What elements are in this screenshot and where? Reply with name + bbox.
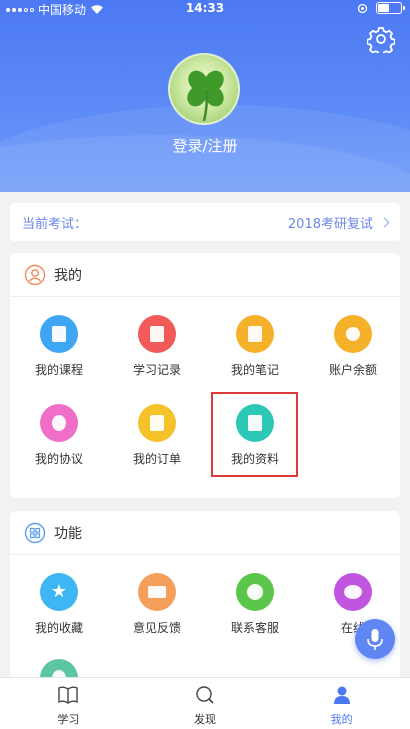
grid-item-label: 我的收藏 (34, 621, 83, 635)
notes-icon (236, 315, 274, 353)
study-records-button[interactable]: 学习记录 (108, 315, 206, 378)
voice-assistant-button[interactable] (355, 619, 395, 659)
highlight-box (211, 392, 298, 477)
status-time: 14:33 (185, 1, 225, 15)
profile-header: 中国移动 14:33 登录/注册 (0, 0, 410, 192)
coins-icon (334, 315, 372, 353)
functions-section-header: 功能 (10, 511, 400, 555)
grid-item-label: 我的订单 (132, 452, 181, 466)
contact-service-button[interactable]: 联系客服 (206, 573, 304, 636)
microphone-icon (367, 629, 383, 650)
my-agreements-button[interactable]: 我的协议 (10, 404, 108, 467)
grid-item-label: 我的笔记 (230, 363, 279, 377)
user-outline-icon (24, 264, 46, 285)
grid-item-label: 我的课程 (34, 363, 83, 377)
headset-icon (236, 573, 274, 611)
grid-item-label: 账户余额 (328, 363, 377, 377)
star-icon: ★ (40, 573, 78, 611)
tab-label: 我的 (330, 713, 353, 726)
current-exam-label: 当前考试： (22, 216, 88, 232)
feedback-button[interactable]: 意见反馈 (108, 573, 206, 636)
functions-section-title: 功能 (54, 525, 82, 542)
grid-item-label: 我的协议 (34, 452, 83, 466)
book-icon (58, 686, 79, 704)
my-orders-button[interactable]: 我的订单 (108, 404, 206, 467)
chevron-right-icon (379, 217, 390, 227)
user-icon (333, 686, 350, 704)
my-courses-button[interactable]: 我的课程 (10, 315, 108, 378)
orientation-lock-icon (357, 3, 368, 13)
battery-icon (376, 2, 405, 14)
account-balance-button[interactable]: 账户余额 (304, 315, 402, 378)
courses-icon (40, 315, 78, 353)
current-exam-row[interactable]: 当前考试： 2018考研复试 (10, 203, 400, 241)
mail-icon (138, 573, 176, 611)
gear-icon[interactable] (367, 25, 395, 53)
grid-item-label: 意见反馈 (132, 621, 181, 635)
my-favorites-button[interactable]: ★ 我的收藏 (10, 573, 108, 636)
medal-icon (40, 404, 78, 442)
tab-study[interactable]: 学习 (0, 678, 137, 729)
orders-icon (138, 404, 176, 442)
mine-section-title: 我的 (54, 267, 82, 284)
bottom-tab-bar: 学习 发现 我的 (0, 677, 410, 729)
functions-section: 功能 ★ 我的收藏 意见反馈 联系客服 在线 (10, 511, 400, 686)
my-notes-button[interactable]: 我的笔记 (206, 315, 304, 378)
tab-label: 发现 (194, 713, 216, 726)
current-exam-value: 2018考研复试 (287, 216, 373, 232)
login-register-link[interactable]: 登录/注册 (0, 135, 410, 156)
status-bar: 中国移动 14:33 (0, 0, 410, 18)
grid-item-label: 联系客服 (230, 621, 279, 635)
search-icon (196, 686, 214, 704)
grid-outline-icon (24, 522, 46, 543)
records-icon (138, 315, 176, 353)
chat-icon (334, 573, 372, 611)
mine-section: 我的 我的课程 学习记录 我的笔记 账户余额 我的协议 我的订单 我的资料 (10, 253, 400, 498)
avatar[interactable] (168, 53, 240, 125)
tab-discover[interactable]: 发现 (137, 678, 274, 729)
grid-item-label: 学习记录 (132, 363, 181, 377)
mine-section-header: 我的 (10, 253, 400, 297)
tab-mine[interactable]: 我的 (273, 678, 410, 729)
tab-label: 学习 (57, 713, 80, 726)
